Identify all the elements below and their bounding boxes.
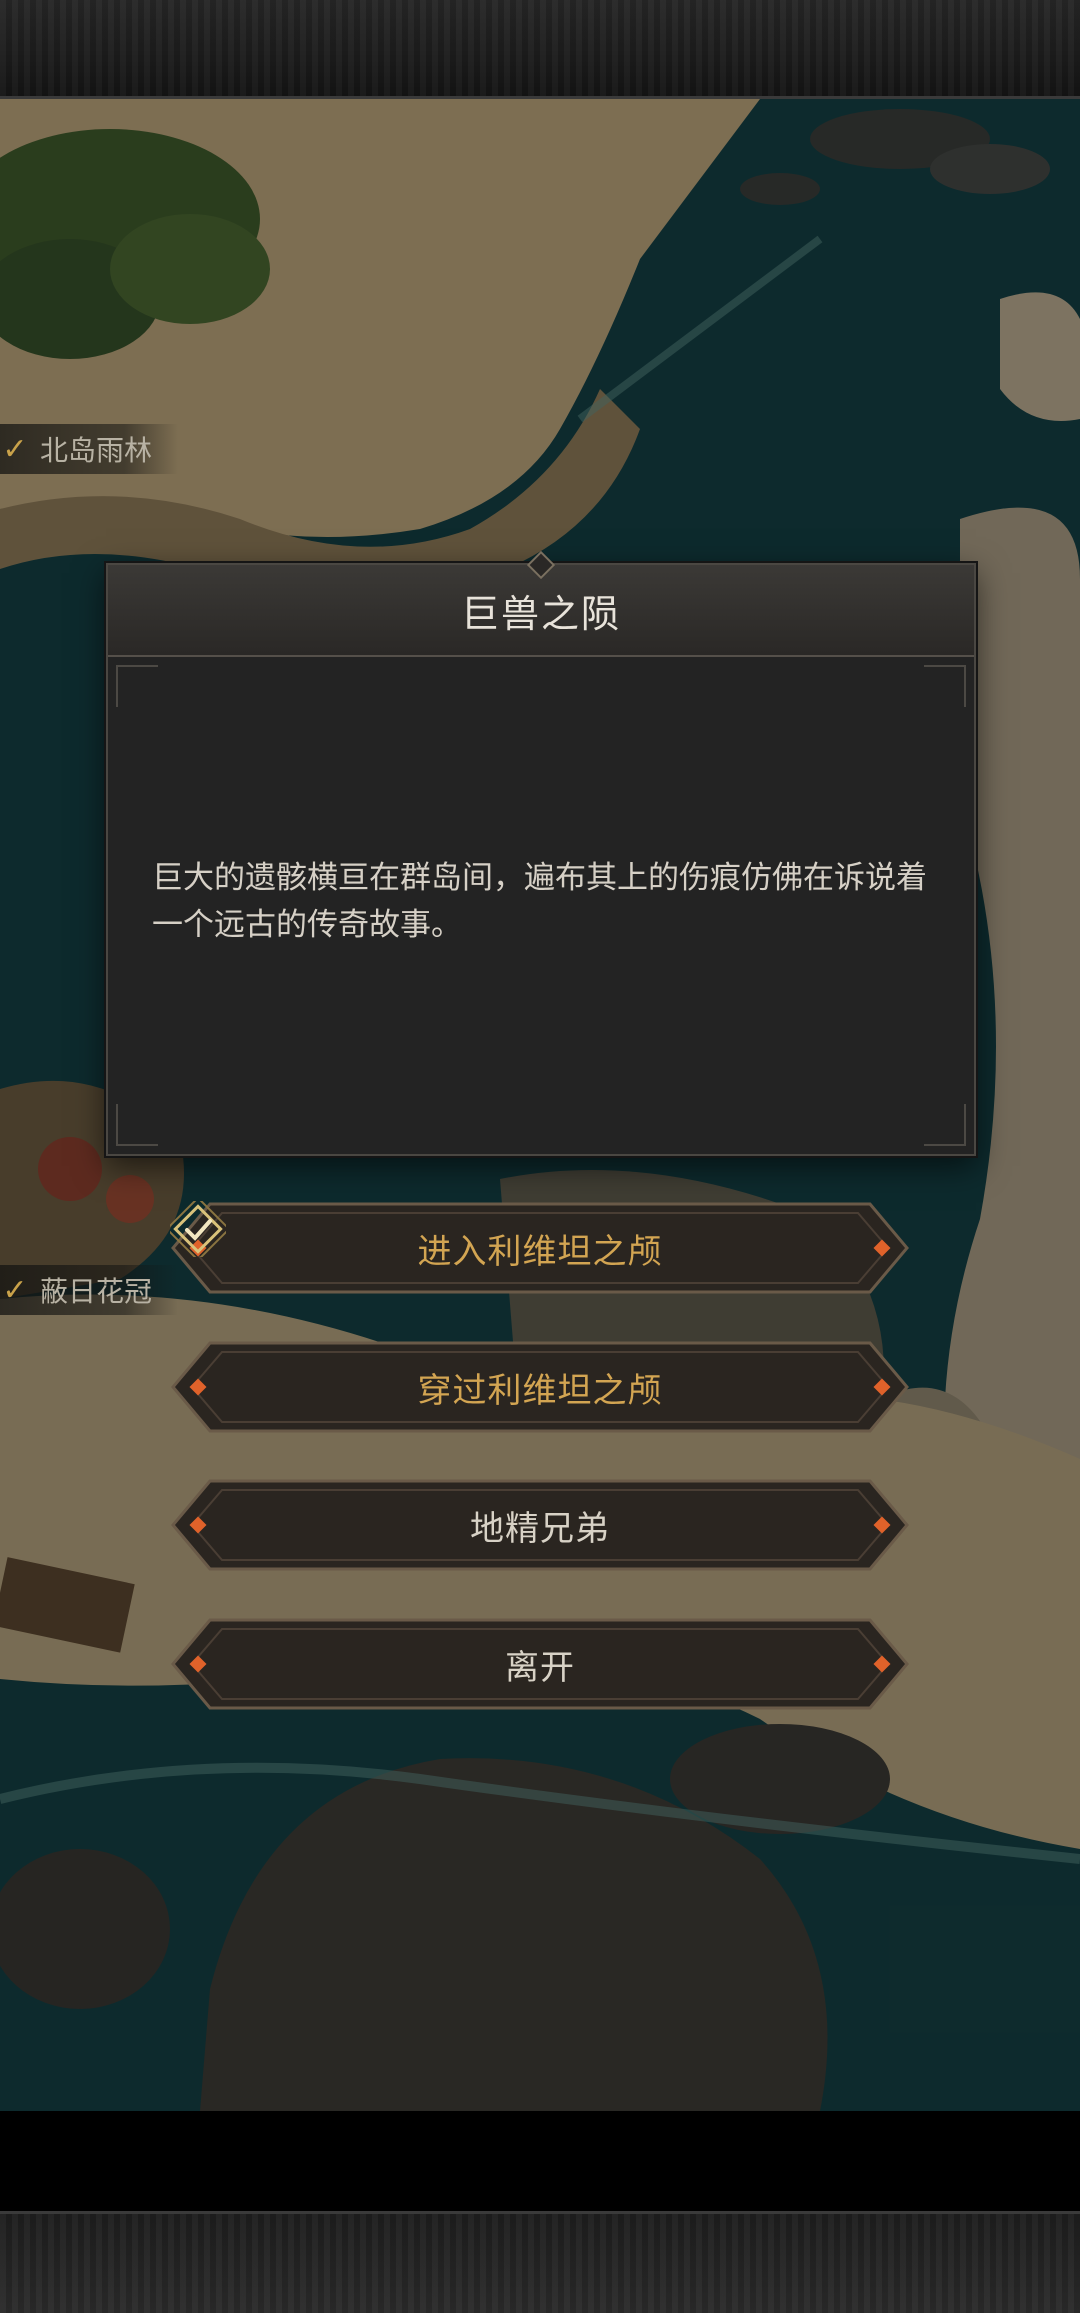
choice-enter-leviathan-skull-button[interactable]: 进入利维坦之颅 xyxy=(170,1201,910,1295)
corner-ornament xyxy=(924,1104,966,1146)
location-label-sun-shade-canopy[interactable]: ✓ 蔽日花冠 xyxy=(0,1265,179,1315)
event-dialog: 巨兽之陨 巨大的遗骸横亘在群岛间，遍布其上的伤痕仿佛在诉说着一个远古的传奇故事。 xyxy=(106,550,976,1156)
dialog-description: 巨大的遗骸横亘在群岛间，遍布其上的伤痕仿佛在诉说着一个远古的传奇故事。 xyxy=(152,860,927,943)
top-frame xyxy=(0,0,1080,99)
checkmark-icon: ✓ xyxy=(2,431,28,467)
choice-leave-button[interactable]: 离开 xyxy=(170,1617,910,1711)
bottom-frame xyxy=(0,2211,1080,2313)
location-label-north-island-rainforest[interactable]: ✓ 北岛雨林 xyxy=(0,424,179,474)
bottom-black-band xyxy=(0,2111,1080,2211)
choice-goblin-brothers-button[interactable]: 地精兄弟 xyxy=(170,1478,910,1572)
choice-label: 地精兄弟 xyxy=(470,1508,610,1549)
choice-label: 进入利维坦之颅 xyxy=(417,1231,663,1272)
choice-pass-leviathan-skull-button[interactable]: 穿过利维坦之颅 xyxy=(170,1340,910,1434)
location-name: 蔽日花冠 xyxy=(40,1275,153,1308)
checkmark-icon: ✓ xyxy=(2,1272,28,1308)
choice-label: 离开 xyxy=(505,1647,575,1688)
corner-ornament xyxy=(116,1104,158,1146)
location-name: 北岛雨林 xyxy=(40,434,153,467)
dialog-title: 巨兽之陨 xyxy=(460,591,621,636)
choice-label: 穿过利维坦之颅 xyxy=(417,1370,663,1411)
corner-ornament xyxy=(924,665,966,707)
corner-ornament xyxy=(116,665,158,707)
